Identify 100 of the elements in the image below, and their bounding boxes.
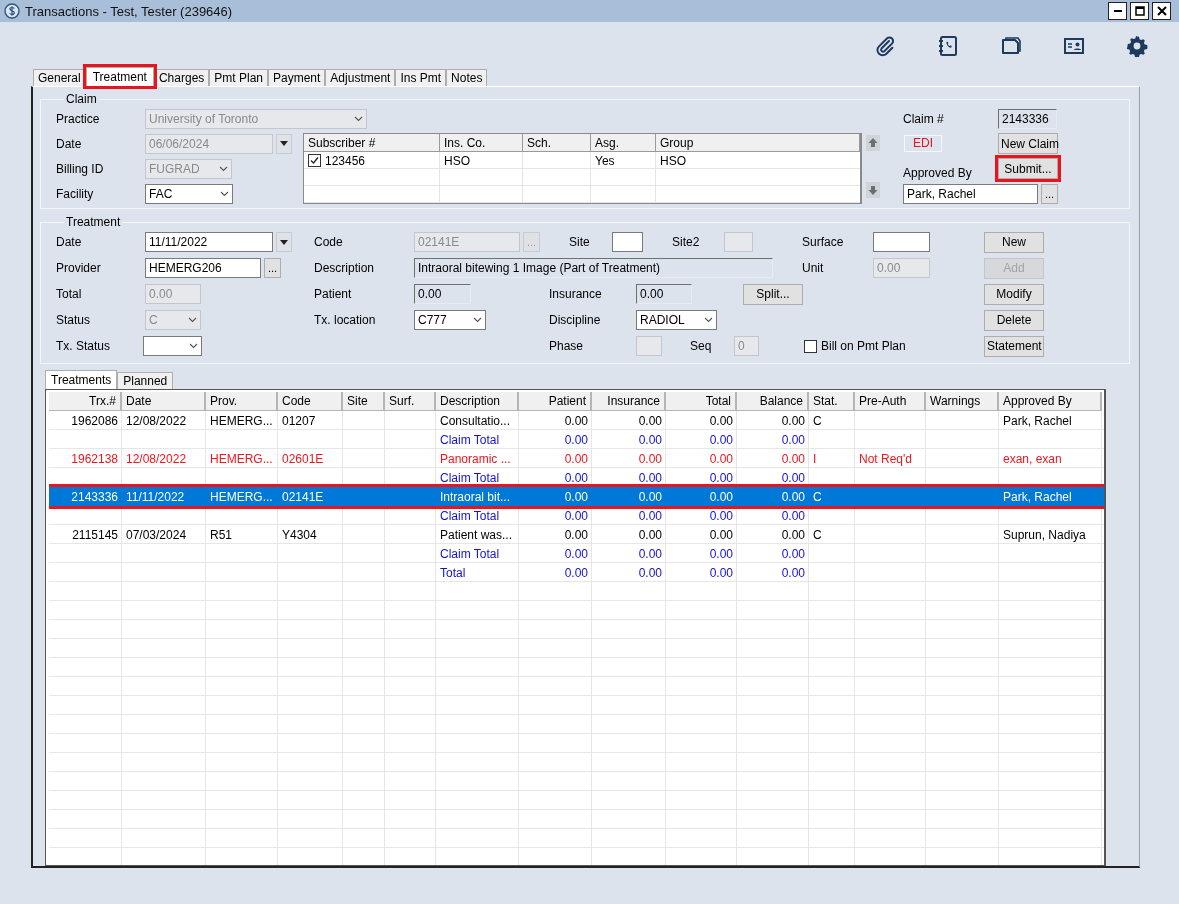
column-header[interactable]: Warnings [926, 392, 999, 411]
table-row[interactable]: 1962138 12/08/2022 HEMERG... 02601E Panoramic ... 0.00 0.00 0.00 0.00 I Not Req'd exan, exan [49, 449, 1104, 468]
maximize-icon [1134, 6, 1145, 16]
table-cell: 01207 [282, 413, 316, 428]
dropdown[interactable] [143, 336, 202, 356]
column-header[interactable]: Ins. Co. [440, 134, 523, 152]
tab[interactable]: Adjustment [325, 69, 396, 86]
table-row[interactable]: 2143336 11/11/2022 HEMERG... 02141E Intraoral bit... 0.00 0.00 0.00 0.00 C Park, Rachel [49, 487, 1104, 506]
maximize-button[interactable] [1130, 2, 1149, 20]
input-field[interactable]: 0.00 [636, 284, 692, 304]
column-header[interactable]: Group [656, 134, 860, 152]
table-cell: exan, exan [1003, 451, 1062, 466]
input-field[interactable]: 2143336 [998, 108, 1057, 129]
tab[interactable]: Treatment [85, 67, 154, 86]
button[interactable]: New [984, 231, 1044, 253]
table-cell: 0.00 [564, 489, 588, 504]
table-cell: 0.00 [564, 527, 588, 542]
phone-book-icon[interactable] [937, 34, 959, 57]
field-label: Date [56, 235, 83, 249]
dropdown[interactable]: RADIOL [636, 310, 717, 330]
table-cell: 2115145 [72, 527, 118, 542]
minimize-button[interactable] [1108, 2, 1127, 20]
table-cell: Panoramic ... [440, 451, 511, 466]
dropdown[interactable]: FAC [145, 183, 233, 204]
date-field[interactable]: 11/11/2022 [145, 232, 273, 252]
input-field[interactable] [873, 232, 930, 252]
checkbox-label[interactable]: Bill on Pmt Plan [821, 339, 906, 353]
input-field[interactable]: HEMERG206 [145, 258, 261, 278]
table-cell: C [813, 413, 822, 428]
field-label: Site [569, 235, 591, 249]
table-cell: C [813, 527, 822, 542]
column-header[interactable]: Asg. [591, 134, 656, 152]
column-header[interactable]: Subscriber # [304, 134, 440, 152]
tab[interactable]: Ins Pmt [395, 69, 447, 86]
tab[interactable]: Notes [446, 69, 488, 86]
column-header[interactable]: Insurance [592, 392, 666, 411]
column-header[interactable]: Pre-Auth [855, 392, 926, 411]
table-cell: 0.00 [709, 508, 733, 523]
checkbox[interactable] [804, 339, 817, 353]
field-label: Discipline [549, 313, 602, 327]
field-label: Insurance [549, 287, 603, 301]
column-header[interactable]: Code [278, 392, 343, 411]
table-cell: 0.00 [709, 565, 733, 580]
column-header[interactable]: Stat. [809, 392, 855, 411]
field-label: Total [56, 287, 83, 301]
field-label: Provider [56, 261, 102, 275]
group-label: Treatment [65, 215, 122, 229]
column-header[interactable]: Prov. [206, 392, 278, 411]
button[interactable]: Statement [984, 335, 1044, 357]
table-cell: 1962086 [71, 413, 118, 428]
button[interactable]: Modify [984, 283, 1044, 305]
tab[interactable]: General [33, 69, 86, 86]
triangle-down-icon [280, 141, 288, 146]
column-header[interactable]: Surf. [385, 392, 436, 411]
table-cell: 0.00 [564, 508, 588, 523]
table-row[interactable]: 1962086 12/08/2022 HEMERG... 01207 Consultatio... 0.00 0.00 0.00 0.00 C Park, Rachel [49, 411, 1104, 430]
input-field[interactable]: 0.00 [414, 284, 471, 304]
column-header[interactable]: Description [436, 392, 519, 411]
paperclip-icon[interactable] [874, 34, 896, 57]
calendar-dropdown-button[interactable] [276, 133, 292, 154]
table-row[interactable]: 2115145 07/03/2024 R51 Y4304 Patient was... 0.00 0.00 0.00 0.00 C Suprun, Nadiya [49, 525, 1104, 544]
tab[interactable]: Planned [117, 372, 174, 389]
table-cell: HEMERG... [210, 413, 273, 428]
input-field[interactable]: Intraoral bitewing 1 Image (Part of Treatment) [414, 258, 773, 278]
column-header[interactable]: Approved By [999, 392, 1102, 411]
tab[interactable]: Payment [268, 69, 326, 86]
table-cell: 0.00 [709, 546, 733, 561]
column-header[interactable]: Patient [519, 392, 592, 411]
table-cell: 0.00 [638, 565, 662, 580]
column-header[interactable]: Balance [737, 392, 809, 411]
table-cell: 0.00 [709, 413, 733, 428]
table-cell: Claim Total [440, 546, 500, 561]
folder-icon[interactable] [1000, 34, 1022, 57]
input-field[interactable] [612, 232, 643, 252]
button[interactable]: Delete [984, 309, 1044, 331]
settings-icon[interactable] [1126, 34, 1148, 57]
button[interactable]: Submit... [998, 158, 1058, 179]
column-header[interactable]: Trx.# [49, 392, 122, 411]
table-cell: 123456 [325, 153, 366, 168]
close-button[interactable] [1152, 2, 1171, 20]
table-cell: Park, Rachel [1003, 413, 1072, 428]
calendar-dropdown-button[interactable] [276, 232, 292, 252]
table-cell: 07/03/2024 [126, 527, 187, 542]
table-cell: 0.00 [709, 470, 733, 485]
browse-button[interactable]: ... [264, 258, 281, 278]
table-cell: HEMERG... [210, 489, 273, 504]
tab[interactable]: Treatments [45, 370, 118, 389]
tab[interactable]: Pmt Plan [209, 69, 268, 86]
field-label: Practice [56, 111, 101, 126]
column-header[interactable]: Sch. [523, 134, 591, 152]
checkbox[interactable] [308, 154, 321, 167]
column-header[interactable]: Site [343, 392, 385, 411]
column-header[interactable]: Date [122, 392, 206, 411]
browse-button[interactable]: ... [1041, 183, 1058, 204]
button[interactable]: New Claim [998, 133, 1058, 154]
table-cell: Yes [595, 153, 615, 168]
input-field[interactable]: Park, Rachel [903, 183, 1039, 204]
dropdown[interactable]: C777 [414, 310, 486, 330]
column-header[interactable]: Total [666, 392, 737, 411]
button[interactable]: Split... [743, 283, 803, 305]
